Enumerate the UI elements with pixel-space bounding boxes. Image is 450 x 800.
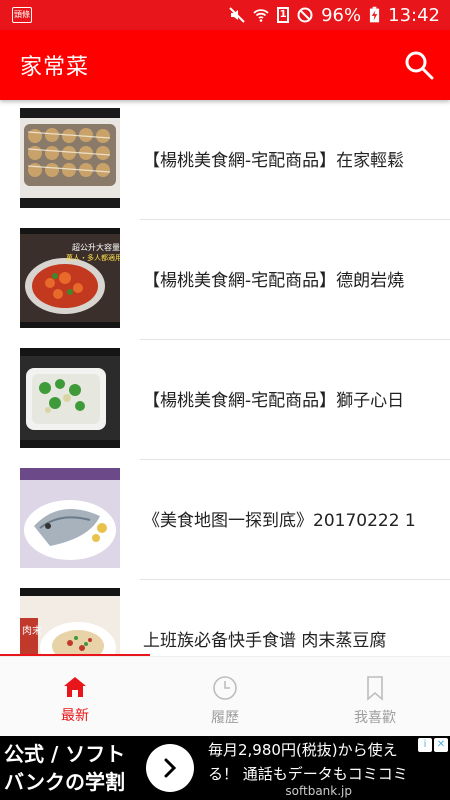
ad-arrow-button[interactable]: [146, 744, 194, 792]
app-bar: 家常菜: [0, 30, 450, 100]
video-list: 【楊桃美食網-宅配商品】在家輕鬆 超公升大容量 萬人・多人都適用 【楊桃美食網-…: [0, 100, 450, 655]
chevron-right-icon: [164, 758, 177, 778]
list-item[interactable]: 超公升大容量 萬人・多人都適用 【楊桃美食網-宅配商品】德朗岩燒: [0, 220, 450, 340]
info-icon[interactable]: i: [418, 738, 432, 752]
status-icons: 1 96% 13:42: [229, 0, 440, 30]
food-thumbnail: 超公升大容量 萬人・多人都適用: [20, 228, 120, 328]
nav-favorites[interactable]: 我喜歡: [300, 657, 450, 737]
news-app-notification-icon: 頭條: [12, 7, 32, 23]
food-thumbnail: [20, 348, 120, 448]
bookmark-icon: [367, 676, 383, 701]
list-item-title: 《美食地图一探到底》20170222 1: [143, 511, 416, 531]
clock-time: 13:42: [388, 4, 440, 26]
close-icon[interactable]: ✕: [434, 738, 448, 752]
list-item[interactable]: 肉末 上班族必备快手食谱 肉末蒸豆腐: [0, 580, 450, 655]
wifi-icon: [253, 9, 269, 22]
ad-headline-line: 公式 / ソフト: [4, 742, 126, 766]
thumb-caption: 超公升大容量: [72, 242, 120, 252]
ad-headline-line: バンクの学割: [4, 770, 125, 794]
food-thumbnail: [20, 108, 120, 208]
battery-percent: 96%: [321, 4, 362, 26]
sim-icon: 1: [277, 7, 290, 23]
list-item[interactable]: 【楊桃美食網-宅配商品】在家輕鬆: [0, 100, 450, 220]
ad-body-line: 毎月2,980円(税抜)から使え: [208, 741, 398, 759]
app-title: 家常菜: [20, 55, 90, 80]
nav-label: 履歷: [211, 710, 239, 726]
search-icon[interactable]: [404, 50, 434, 80]
list-item-title: 【楊桃美食網-宅配商品】德朗岩燒: [143, 271, 405, 291]
list-item-title: 【楊桃美食網-宅配商品】獅子心日: [143, 391, 405, 411]
ad-body-line: る！ 通話もデータもコミコミ: [208, 765, 408, 783]
food-thumbnail: 肉末: [20, 588, 120, 655]
status-bar: 頭條 1 96% 13:42: [0, 0, 450, 30]
list-item[interactable]: 《美食地图一探到底》20170222 1: [0, 460, 450, 580]
nav-latest[interactable]: 最新: [0, 657, 150, 737]
nav-label: 最新: [61, 708, 89, 724]
ad-domain: softbank.jp: [285, 784, 352, 798]
clock-icon: [213, 676, 237, 700]
ad-body: 毎月2,980円(税抜)から使え る！ 通話もデータもコミコミ: [208, 738, 438, 786]
thumb-caption: 肉末: [22, 624, 42, 637]
thumb-caption: 萬人・多人都適用: [66, 253, 120, 262]
mute-icon: [229, 7, 245, 23]
do-not-disturb-icon: [297, 7, 313, 23]
list-item[interactable]: 【楊桃美食網-宅配商品】獅子心日: [0, 340, 450, 460]
bottom-navigation: 最新 履歷 我喜歡: [0, 656, 450, 737]
nav-history[interactable]: 履歷: [150, 657, 300, 737]
nav-label: 我喜歡: [354, 710, 396, 726]
food-thumbnail: [20, 468, 120, 568]
ad-choices[interactable]: i ✕: [418, 738, 448, 752]
ad-headline: 公式 / ソフト バンクの学割: [4, 740, 125, 796]
list-item-title: 【楊桃美食網-宅配商品】在家輕鬆: [143, 151, 405, 171]
battery-charging-icon: [370, 6, 380, 23]
list-item-title: 上班族必备快手食谱 肉末蒸豆腐: [143, 631, 387, 651]
ad-banner[interactable]: 公式 / ソフト バンクの学割 毎月2,980円(税抜)から使え る！ 通話もデ…: [0, 736, 450, 800]
home-icon: [64, 677, 86, 697]
